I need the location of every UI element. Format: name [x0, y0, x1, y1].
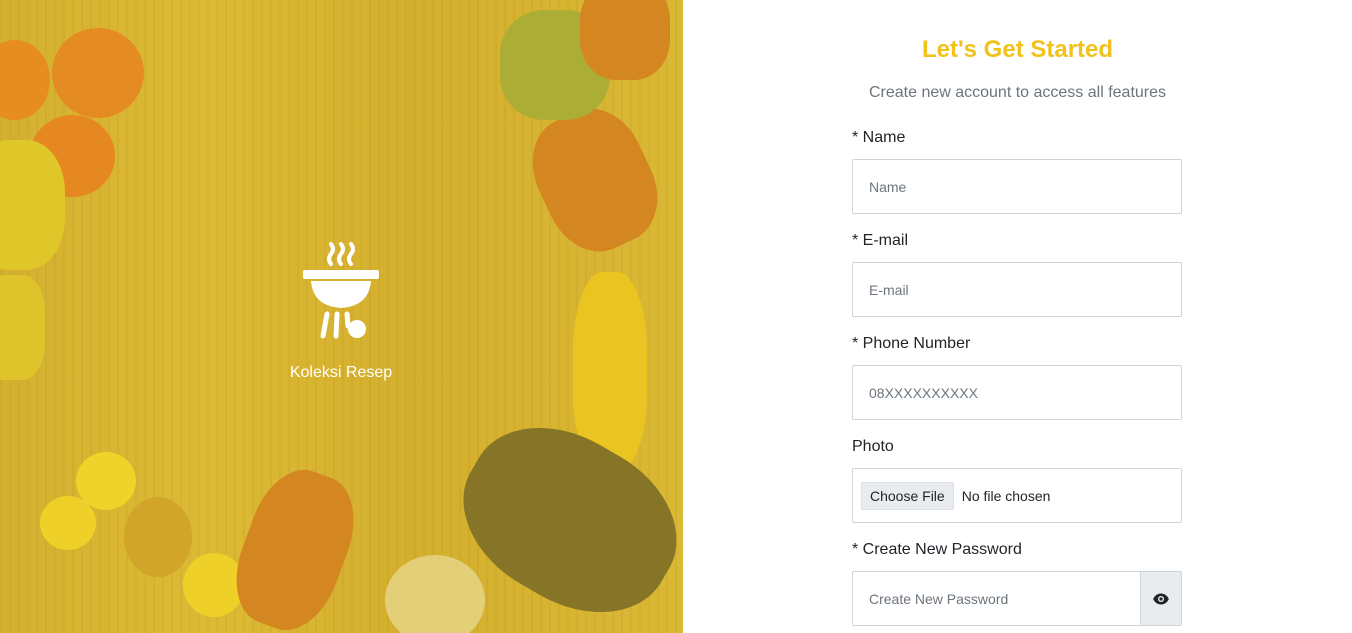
email-field[interactable] [852, 262, 1182, 317]
photo-file-input[interactable]: Choose File No file chosen [852, 468, 1182, 523]
password-input-group [852, 571, 1182, 626]
brand-block: Koleksi Resep [241, 240, 441, 382]
name-field[interactable] [852, 159, 1182, 214]
password-label: * Create New Password [852, 541, 1022, 558]
signup-form: Let's Get Started Create new account to … [683, 0, 1352, 633]
file-status: No file chosen [961, 487, 1051, 504]
page-subtitle: Create new account to access all feature… [868, 84, 1167, 101]
page-title: Let's Get Started [921, 36, 1114, 63]
toggle-password-button[interactable] [1140, 571, 1182, 626]
password-field[interactable] [852, 571, 1140, 626]
email-label: * E-mail [852, 232, 909, 249]
eye-icon [1153, 593, 1169, 604]
phone-label: * Phone Number [852, 335, 971, 352]
phone-field[interactable] [852, 365, 1182, 420]
choose-file-button[interactable]: Choose File [861, 481, 954, 510]
name-label: * Name [852, 129, 906, 146]
brand-name: Koleksi Resep [289, 364, 393, 381]
photo-label: Photo [852, 438, 894, 455]
grill-icon [303, 242, 379, 339]
hero-background: Koleksi Resep [0, 0, 683, 633]
